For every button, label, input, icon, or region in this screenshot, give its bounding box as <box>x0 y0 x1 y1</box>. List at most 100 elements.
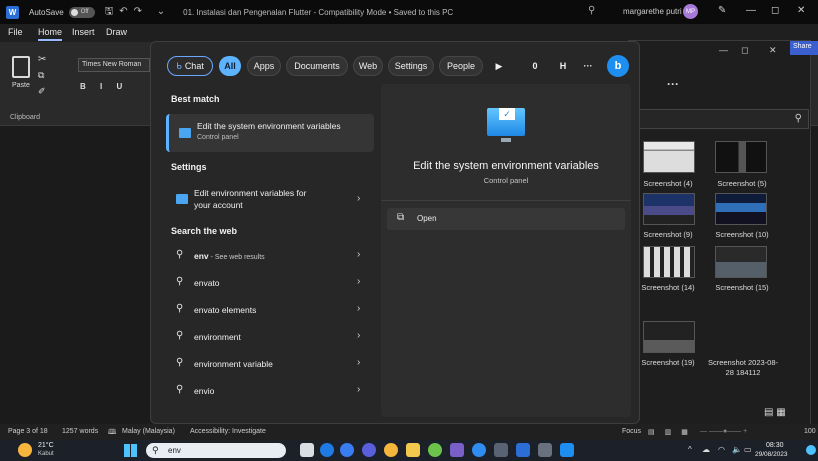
clock-date[interactable]: 29/08/2023 <box>755 451 788 458</box>
edge-icon[interactable] <box>320 443 334 457</box>
search-icon[interactable]: ⚲ <box>588 5 595 16</box>
zoom-slider[interactable]: — ——●—— + <box>700 428 747 435</box>
thumbnail-screenshot-14[interactable] <box>643 246 695 278</box>
chip-apps[interactable]: Apps <box>247 56 281 76</box>
notification-icon[interactable] <box>806 445 816 455</box>
more-icon[interactable]: ··· <box>579 56 597 76</box>
taskbar-search-input[interactable]: ⚲ env <box>146 443 286 458</box>
web-result-row[interactable]: ⚲ environment variable › <box>166 353 374 375</box>
profile-initial[interactable]: H <box>555 56 571 76</box>
wifi-icon[interactable]: ◠ <box>718 445 725 454</box>
weather-icon[interactable] <box>18 443 32 457</box>
thumbnail-screenshot-10[interactable] <box>715 193 767 225</box>
clock-time[interactable]: 08:30 <box>766 442 784 449</box>
zoom-level[interactable]: 100 <box>804 428 816 435</box>
chip-web[interactable]: Web <box>353 56 383 76</box>
web-result-row[interactable]: ⚲ envato › <box>166 272 374 294</box>
file-label[interactable]: Screenshot (4) <box>633 179 703 188</box>
app-icon[interactable] <box>472 443 486 457</box>
volume-icon[interactable]: 🔈 <box>732 445 742 454</box>
temperature[interactable]: 21°C <box>38 442 54 449</box>
file-label[interactable]: Screenshot (9) <box>633 230 703 239</box>
page-count[interactable]: Page 3 of 18 <box>8 428 48 435</box>
file-label[interactable]: Screenshot (15) <box>707 283 777 292</box>
minimize-icon[interactable]: — <box>746 5 756 16</box>
file-label[interactable]: Screenshot (14) <box>633 283 703 292</box>
explorer-search-box[interactable]: ⚲ <box>639 109 809 129</box>
chat-app-icon[interactable] <box>340 443 354 457</box>
chip-people[interactable]: People <box>439 56 483 76</box>
document-title[interactable]: 01. Instalasi dan Pengenalan Flutter - C… <box>183 8 453 17</box>
explorer-close-icon[interactable]: ✕ <box>769 45 777 56</box>
thumbnail-screenshot-4[interactable] <box>643 141 695 173</box>
file-label[interactable]: Screenshot 2023-08-28 184112 <box>707 358 779 378</box>
user-name[interactable]: margarethe putri <box>623 7 682 16</box>
settings-result[interactable]: Edit environment variables for your acco… <box>166 184 374 216</box>
chevron-right-icon[interactable]: › <box>357 357 360 368</box>
battery-icon[interactable]: ▭ <box>744 445 752 454</box>
weather-condition[interactable]: Kabut <box>38 451 54 457</box>
word-count[interactable]: 1257 words <box>62 428 98 435</box>
file-explorer-icon[interactable] <box>406 443 420 457</box>
settings-icon[interactable] <box>538 443 552 457</box>
language-status[interactable]: Malay (Malaysia) <box>122 428 175 435</box>
app-icon[interactable] <box>560 443 574 457</box>
tab-home[interactable]: Home <box>38 27 63 41</box>
tab-file[interactable]: File <box>8 27 23 37</box>
app-icon[interactable] <box>428 443 442 457</box>
paste-button[interactable]: Paste <box>12 82 30 89</box>
font-name-box[interactable]: Times New Roman <box>78 58 150 72</box>
proofing-icon[interactable]: 🕮 <box>108 428 116 439</box>
web-result-row[interactable]: ⚲ environment › <box>166 326 374 348</box>
copy-icon[interactable]: ⧉ <box>38 70 44 81</box>
chevron-right-icon[interactable]: › <box>357 384 360 395</box>
chevron-right-icon[interactable]: › <box>357 193 360 204</box>
chevron-right-icon[interactable]: › <box>357 249 360 260</box>
accessibility-status[interactable]: Accessibility: Investigate <box>190 428 266 435</box>
quick-access-icons[interactable]: 🖫↶↷ ⌄ <box>105 4 171 21</box>
thumbnail-screenshot-9[interactable] <box>643 193 695 225</box>
chevron-up-icon[interactable]: ^ <box>688 445 692 454</box>
app-icon[interactable] <box>494 443 508 457</box>
explorer-restore-icon[interactable]: ◻ <box>741 45 748 56</box>
more-options-icon[interactable]: ··· <box>667 77 679 91</box>
open-action-button[interactable]: ⧉ Open <box>387 208 625 230</box>
chrome-icon[interactable] <box>384 443 398 457</box>
chevron-right-icon[interactable]: › <box>357 276 360 287</box>
view-mode-icons[interactable]: ▤▥▦ <box>648 428 698 436</box>
windows-start-icon[interactable] <box>124 444 137 457</box>
thumbnail-screenshot-15[interactable] <box>715 246 767 278</box>
restore-icon[interactable]: ◻ <box>771 5 779 16</box>
thumbnail-screenshot-5[interactable] <box>715 141 767 173</box>
whatsapp-icon[interactable] <box>362 443 376 457</box>
focus-mode[interactable]: Focus <box>622 428 641 435</box>
chip-settings[interactable]: Settings <box>388 56 434 76</box>
best-match-result[interactable]: Edit the system environment variables Co… <box>166 114 374 152</box>
word-taskbar-icon[interactable] <box>516 443 530 457</box>
web-result-row[interactable]: ⚲ env - See web results › <box>166 245 374 267</box>
tab-insert[interactable]: Insert <box>72 27 95 37</box>
tab-draw[interactable]: Draw <box>106 27 127 37</box>
share-button[interactable]: Share <box>790 41 818 55</box>
chip-all[interactable]: All <box>219 56 241 76</box>
cut-icon[interactable]: ✂ <box>38 54 46 65</box>
cloud-icon[interactable]: ☁ <box>702 445 710 454</box>
task-view-icon[interactable] <box>300 443 314 457</box>
format-painter-icon[interactable]: ✐ <box>38 86 46 97</box>
bing-icon[interactable]: b <box>607 55 629 77</box>
app-icon[interactable] <box>450 443 464 457</box>
explorer-minimize-icon[interactable]: — <box>719 45 728 55</box>
thumbnail-screenshot-19[interactable] <box>643 321 695 353</box>
web-result-row[interactable]: ⚲ envio › <box>166 380 374 402</box>
pen-icon[interactable]: ✎ <box>718 5 726 16</box>
file-label[interactable]: Screenshot (5) <box>707 179 777 188</box>
chip-documents[interactable]: Documents <box>286 56 348 76</box>
play-icon[interactable]: ▶ <box>491 56 507 76</box>
chevron-right-icon[interactable]: › <box>357 330 360 341</box>
autosave-toggle[interactable]: Off <box>68 6 95 18</box>
close-icon[interactable]: ✕ <box>797 5 805 16</box>
paste-icon[interactable] <box>12 56 30 78</box>
file-label[interactable]: Screenshot (19) <box>633 358 703 367</box>
file-label[interactable]: Screenshot (10) <box>707 230 777 239</box>
view-toggle-icons[interactable]: ▤ ▦ <box>764 407 786 418</box>
